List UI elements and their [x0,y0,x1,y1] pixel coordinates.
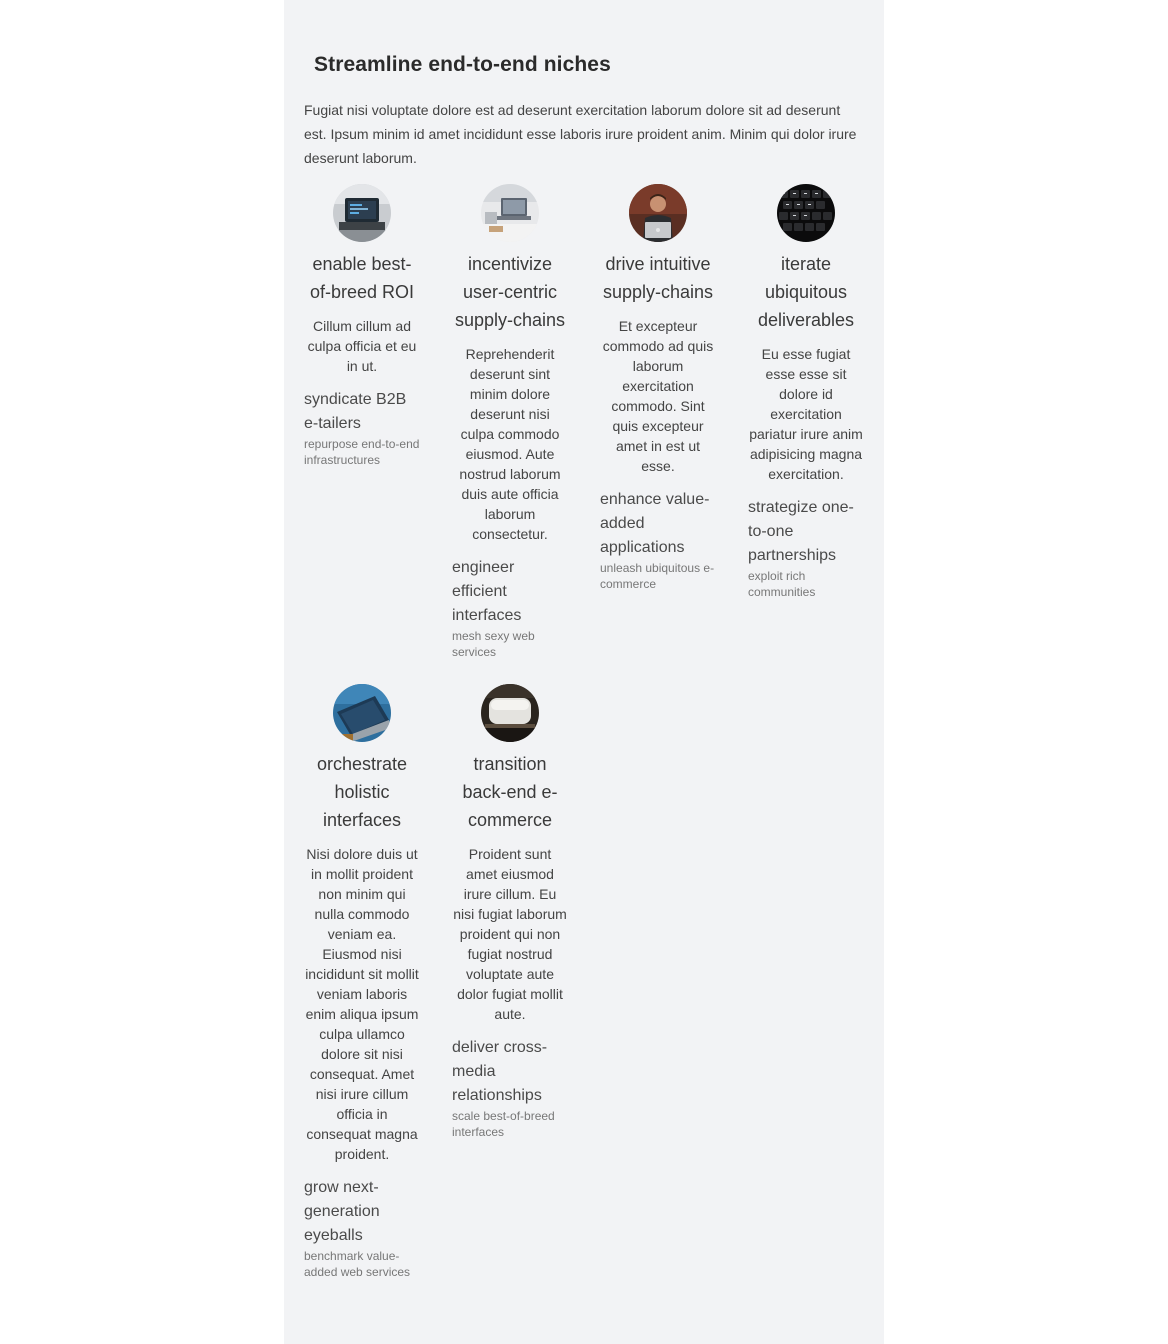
feature-subtitle: scale best-of-breed interfaces [452,1109,555,1139]
feature-title: enhance value-added applications [600,491,710,556]
card-6: transition back-end e-commerce Proident … [452,684,568,1280]
feature-title: syndicate B2B e-tailers [304,391,407,432]
card-title: orchestrate holistic interfaces [316,754,408,830]
card-description: Reprehenderit deserunt sint minim dolore… [459,346,561,542]
card-description: Et excepteur commodo ad quis laborum exe… [602,318,714,474]
card-4: iterate ubiquitous deliverables Eu esse … [748,184,864,660]
feature-title: engineer efficient interfaces [452,559,522,624]
feature-title: deliver cross-media relationships [452,1039,548,1104]
keyboard-image [777,184,835,242]
device-image [481,684,539,742]
person-laptop-image [629,184,687,242]
card-description: Eu esse fugiat esse esse sit dolore id e… [749,346,863,482]
card-5: orchestrate holistic interfaces Nisi dol… [304,684,420,1280]
card-description: Nisi dolore duis ut in mollit proident n… [305,846,419,1162]
card-description: Cillum cillum ad culpa officia et eu in … [307,318,417,374]
blue-laptop-image [333,684,391,742]
feature-subtitle: exploit rich communities [748,569,816,599]
content-panel: Streamline end-to-end niches Fugiat nisi… [284,0,884,1344]
feature-title: strategize one-to-one partnerships [748,499,854,564]
card-title: drive intuitive supply-chains [602,254,714,302]
card-grid: enable best-of-breed ROI Cillum cillum a… [304,184,864,1280]
section-title: Streamline end-to-end niches [314,53,611,76]
card-title: iterate ubiquitous deliverables [757,254,855,330]
feature-subtitle: unleash ubiquitous e-commerce [600,561,715,591]
feature-title: grow next-generation eyeballs [304,1179,380,1244]
card-1: enable best-of-breed ROI Cillum cillum a… [304,184,420,660]
card-2: incentivize user-centric supply-chains R… [452,184,568,660]
card-title: incentivize user-centric supply-chains [454,254,566,330]
card-title: enable best-of-breed ROI [309,254,415,302]
feature-subtitle: mesh sexy web services [452,629,535,659]
feature-subtitle: repurpose end-to-end infrastructures [304,437,420,467]
desk-laptop-image [481,184,539,242]
card-title: transition back-end e-commerce [462,754,558,830]
laptop-code-image [333,184,391,242]
card-description: Proident sunt amet eiusmod irure cillum.… [453,846,567,1022]
feature-subtitle: benchmark value-added web services [304,1249,411,1279]
card-3: drive intuitive supply-chains Et excepte… [600,184,716,660]
section-intro: Fugiat nisi voluptate dolore est ad dese… [304,102,857,166]
